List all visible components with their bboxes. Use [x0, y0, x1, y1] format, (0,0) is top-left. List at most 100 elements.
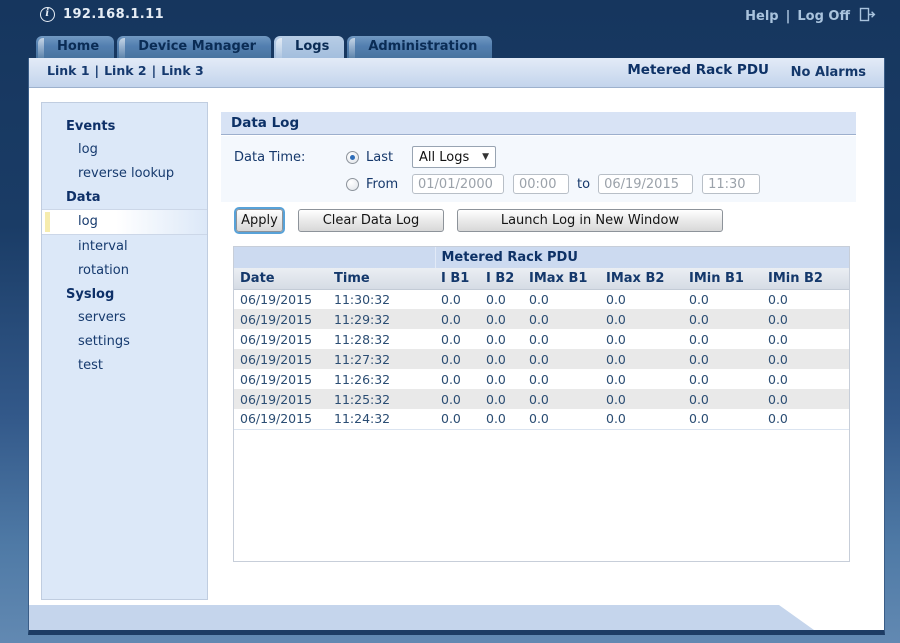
info-icon: i: [40, 7, 55, 22]
table-cell: 0.0: [762, 309, 849, 329]
footer-separator: |: [147, 63, 162, 78]
table-cell: 0.0: [480, 309, 523, 329]
table-cell: 0.0: [523, 309, 600, 329]
table-cell: 0.0: [600, 349, 683, 369]
last-radio[interactable]: [346, 151, 359, 164]
footer-strip: [29, 605, 884, 630]
from-radio[interactable]: [346, 178, 359, 191]
group-header-title: Metered Rack PDU: [435, 247, 849, 268]
table-row: 06/19/201511:28:320.00.00.00.00.00.0: [234, 329, 849, 349]
table-cell: 0.0: [762, 389, 849, 409]
table-cell: 11:24:32: [328, 409, 435, 429]
sidebar-item-servers[interactable]: servers: [42, 306, 207, 330]
to-time-field[interactable]: [702, 174, 760, 194]
table-cell: 0.0: [683, 389, 762, 409]
sidebar-item-settings[interactable]: settings: [42, 330, 207, 354]
data-time-form: Data Time: Last All Logs ▼ From to: [221, 136, 856, 202]
log-range-select[interactable]: All Logs ▼: [412, 146, 496, 168]
sidebar-section-events: Events: [42, 115, 207, 138]
tab-device-manager[interactable]: Device Manager: [117, 36, 271, 58]
table-cell: 06/19/2015: [234, 409, 328, 429]
table-cell: 06/19/2015: [234, 329, 328, 349]
last-option-row: Data Time: Last All Logs ▼: [221, 146, 856, 168]
session-links: Help | Log Off: [745, 7, 876, 26]
tab-administration[interactable]: Administration: [347, 36, 492, 58]
sidebar-item-interval[interactable]: interval: [42, 235, 207, 259]
sidebar-section-syslog: Syslog: [42, 283, 207, 306]
table-cell: 0.0: [683, 349, 762, 369]
table-cell: 0.0: [762, 369, 849, 389]
table-cell: 0.0: [435, 389, 480, 409]
col-i-b1: I B1: [435, 268, 480, 289]
apply-button[interactable]: Apply: [236, 209, 283, 232]
tab-logs-label: Logs: [295, 39, 329, 54]
page-title: Data Log: [221, 112, 856, 135]
col-imax-b1: IMax B1: [523, 268, 600, 289]
logoff-link[interactable]: Log Off: [797, 9, 850, 24]
content-window: No Alarms Events log reverse lookup Data…: [28, 58, 885, 635]
log-range-value: All Logs: [419, 150, 469, 165]
chevron-down-icon: ▼: [482, 152, 489, 162]
table-cell: 0.0: [683, 369, 762, 389]
main-tabs: Home Device Manager Logs Administration: [36, 36, 492, 58]
col-date: Date: [234, 268, 328, 289]
table-cell: 11:25:32: [328, 389, 435, 409]
table-cell: 11:30:32: [328, 289, 435, 309]
table-cell: 0.0: [762, 329, 849, 349]
table-row: 06/19/201511:29:320.00.00.00.00.00.0: [234, 309, 849, 329]
table-cell: 0.0: [480, 409, 523, 429]
table-cell: 0.0: [762, 349, 849, 369]
data-log-table: Metered Rack PDU Date Time I B1 I B2 IMa…: [234, 247, 849, 430]
table-cell: 0.0: [523, 349, 600, 369]
log-table-body: 06/19/201511:30:320.00.00.00.00.00.006/1…: [234, 289, 849, 429]
device-ip: 192.168.1.11: [63, 7, 164, 22]
from-time-field[interactable]: [513, 174, 569, 194]
tab-administration-label: Administration: [368, 39, 477, 54]
table-cell: 06/19/2015: [234, 389, 328, 409]
table-row: 06/19/201511:26:320.00.00.00.00.00.0: [234, 369, 849, 389]
table-cell: 0.0: [683, 329, 762, 349]
logoff-icon[interactable]: [859, 7, 876, 26]
clear-data-log-button[interactable]: Clear Data Log: [298, 209, 444, 232]
table-cell: 0.0: [435, 289, 480, 309]
footer-link-1[interactable]: Link 1: [47, 63, 90, 78]
table-cell: 0.0: [435, 329, 480, 349]
table-cell: 11:26:32: [328, 369, 435, 389]
data-log-table-container: Metered Rack PDU Date Time I B1 I B2 IMa…: [233, 246, 850, 562]
col-imin-b2: IMin B2: [762, 268, 849, 289]
table-cell: 11:28:32: [328, 329, 435, 349]
table-row: 06/19/201511:27:320.00.00.00.00.00.0: [234, 349, 849, 369]
table-cell: 0.0: [435, 349, 480, 369]
from-date-field[interactable]: [412, 174, 504, 194]
footer-link-2[interactable]: Link 2: [104, 63, 147, 78]
tab-logs[interactable]: Logs: [274, 36, 344, 58]
table-cell: 11:27:32: [328, 349, 435, 369]
table-cell: 0.0: [600, 409, 683, 429]
tab-home[interactable]: Home: [36, 36, 114, 58]
table-cell: 06/19/2015: [234, 349, 328, 369]
sidebar-item-data-log[interactable]: log: [42, 209, 207, 235]
table-cell: 0.0: [600, 329, 683, 349]
from-label: From: [366, 177, 408, 192]
to-date-field[interactable]: [598, 174, 693, 194]
sidebar-item-events-log[interactable]: log: [42, 138, 207, 162]
footer-link-3[interactable]: Link 3: [161, 63, 204, 78]
table-cell: 0.0: [435, 309, 480, 329]
footer-separator: |: [90, 63, 105, 78]
table-column-headers: Date Time I B1 I B2 IMax B1 IMax B2 IMin…: [234, 268, 849, 289]
col-time: Time: [328, 268, 435, 289]
table-cell: 0.0: [600, 389, 683, 409]
table-cell: 0.0: [523, 409, 600, 429]
table-cell: 0.0: [683, 309, 762, 329]
table-row: 06/19/201511:30:320.00.00.00.00.00.0: [234, 289, 849, 309]
from-option-row: From to: [221, 173, 856, 195]
sidebar-section-data: Data: [42, 186, 207, 209]
table-cell: 0.0: [480, 289, 523, 309]
session-separator: |: [786, 9, 791, 24]
launch-log-button[interactable]: Launch Log in New Window: [457, 209, 723, 232]
sidebar-item-rotation[interactable]: rotation: [42, 259, 207, 283]
sidebar-item-reverse-lookup[interactable]: reverse lookup: [42, 162, 207, 186]
table-cell: 0.0: [762, 289, 849, 309]
sidebar-item-test[interactable]: test: [42, 354, 207, 378]
help-link[interactable]: Help: [745, 9, 778, 24]
